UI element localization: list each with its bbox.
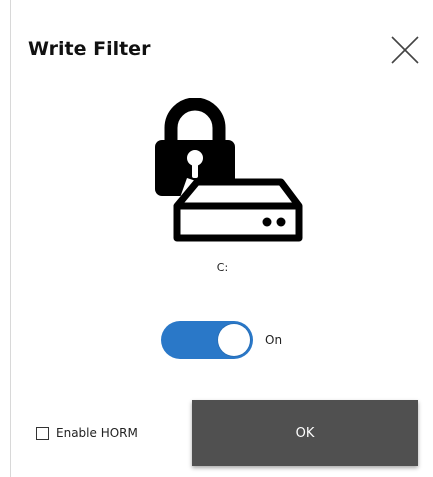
hard-drive-icon xyxy=(173,178,303,242)
drive-label: C: xyxy=(216,261,229,274)
dialog-title: Write Filter xyxy=(28,38,151,60)
write-filter-toggle-row: On xyxy=(161,321,282,359)
write-filter-toggle[interactable] xyxy=(161,321,253,359)
drive-lock-illustration xyxy=(139,97,307,246)
write-filter-dialog: Write Filter C: On Enable HORM OK xyxy=(10,0,433,477)
ok-button[interactable]: OK xyxy=(192,400,418,466)
toggle-knob xyxy=(218,324,250,356)
enable-horm-checkbox[interactable] xyxy=(36,426,49,440)
close-icon xyxy=(391,36,419,64)
close-button[interactable] xyxy=(389,34,421,66)
enable-horm-label: Enable HORM xyxy=(56,426,138,440)
enable-horm-option[interactable]: Enable HORM xyxy=(36,426,138,440)
toggle-state-label: On xyxy=(265,333,283,347)
